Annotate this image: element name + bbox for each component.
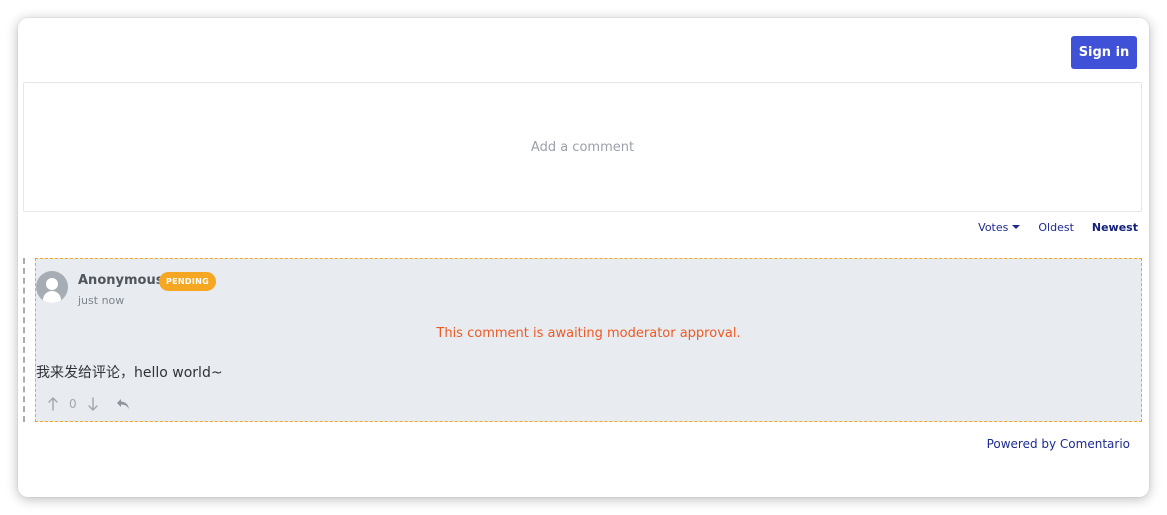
- comment-composer[interactable]: Add a comment: [23, 82, 1142, 212]
- comment-card: Anonymous PENDING just now This comment …: [35, 258, 1142, 422]
- comment-actions: 0: [46, 395, 130, 413]
- moderation-notice: This comment is awaiting moderator appro…: [436, 326, 741, 341]
- page: Sign in Add a comment Votes Oldest Newes…: [0, 0, 1167, 515]
- comments-widget: Sign in Add a comment Votes Oldest Newes…: [18, 18, 1149, 497]
- comment-timestamp: just now: [78, 294, 125, 307]
- reply-icon[interactable]: [116, 395, 130, 413]
- vote-score: 0: [69, 397, 77, 411]
- comment-author: Anonymous: [78, 273, 164, 288]
- powered-by-link[interactable]: Powered by Comentario: [978, 437, 1130, 451]
- sort-bar: Votes Oldest Newest: [918, 218, 1138, 236]
- comment-body: 我来发给评论，hello world~: [36, 365, 223, 381]
- arrow-down-icon[interactable]: [86, 395, 100, 413]
- pending-badge: PENDING: [159, 272, 217, 291]
- sort-votes[interactable]: Votes: [978, 220, 1021, 234]
- thread-line: [23, 258, 25, 422]
- sort-newest[interactable]: Newest: [1092, 221, 1138, 234]
- sort-votes-label: Votes: [978, 220, 1009, 234]
- sort-newest-label: Newest: [1091, 220, 1138, 234]
- sign-in-button[interactable]: Sign in: [1071, 36, 1137, 69]
- sort-oldest[interactable]: Oldest: [1038, 221, 1074, 234]
- composer-placeholder: Add a comment: [530, 139, 635, 155]
- sort-oldest-label: Oldest: [1038, 220, 1074, 234]
- arrow-up-icon[interactable]: [46, 395, 60, 413]
- avatar-icon: [36, 271, 68, 303]
- caret-down-icon: [1012, 225, 1021, 229]
